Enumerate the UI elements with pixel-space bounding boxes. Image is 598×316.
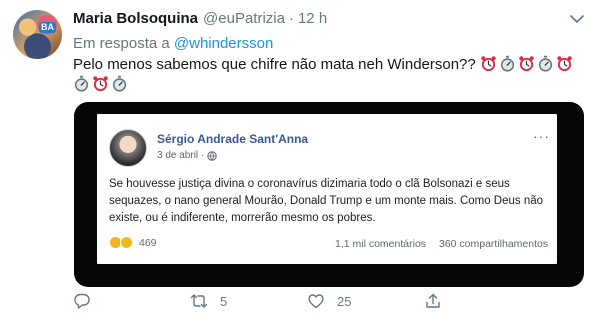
heart-icon (308, 294, 324, 309)
fb-comments-count: 1,1 mil comentários (335, 238, 427, 250)
fb-author-avatar (109, 129, 147, 167)
globe-icon (207, 150, 217, 161)
stopwatch-icon (500, 55, 515, 72)
stopwatch-icon (74, 75, 89, 92)
fb-engagement-stats: 1,1 mil comentários 360 compartilhamento… (335, 238, 548, 250)
reply-context: Em resposta a @whindersson (73, 35, 273, 52)
retweet-count: 5 (220, 293, 228, 309)
user-handle[interactable]: @euPatrizia (203, 10, 285, 27)
fb-reaction-count: 469 (139, 236, 157, 249)
media-image[interactable]: Sérgio Andrade Sant'Anna 3 de abril · ··… (74, 102, 584, 287)
alarm-clock-icon (519, 56, 534, 72)
stopwatch-icon (538, 55, 553, 72)
fb-date-text: 3 de abril · (157, 150, 205, 161)
avatar-logo: BA (39, 22, 56, 33)
emoji-row (480, 55, 575, 73)
facebook-post-screenshot: Sérgio Andrade Sant'Anna 3 de abril · ··… (97, 114, 557, 264)
like-button[interactable]: 25 (307, 292, 351, 310)
chevron-down-icon[interactable] (569, 12, 585, 26)
avatar[interactable]: BA (13, 10, 62, 59)
alarm-clock-icon (481, 56, 496, 72)
reply-button[interactable] (73, 292, 103, 310)
stopwatch-icon (112, 75, 127, 92)
reply-mention-link[interactable]: @whindersson (174, 35, 273, 52)
tweet-header: Maria Bolsoquina @euPatrizia · 12 h (73, 10, 327, 30)
like-count: 25 (337, 293, 352, 309)
reply-prefix: Em resposta a (73, 35, 170, 52)
retweet-icon (190, 294, 208, 308)
tweet-text: Pelo menos sabemos que chifre não mata n… (73, 55, 588, 95)
alarm-clock-icon (93, 76, 108, 92)
fb-shares-count: 360 compartilhamentos (438, 238, 549, 250)
sad-reaction-icon (120, 236, 133, 249)
tweet-body: Pelo menos sabemos que chifre não mata n… (73, 56, 476, 73)
retweet-button[interactable]: 5 (190, 292, 227, 310)
tweet-timestamp[interactable]: 12 h (298, 10, 327, 27)
tweet-actions: 5 25 (73, 292, 573, 312)
emoji-row (73, 75, 130, 93)
share-icon (426, 293, 440, 308)
fb-more-icon: ··· (533, 128, 550, 144)
fb-post-text: Se houvesse justiça divina o coronavírus… (109, 178, 544, 224)
tweet: BA Maria Bolsoquina @euPatrizia · 12 h E… (0, 0, 598, 316)
fb-reactions: 469 (109, 236, 157, 249)
reply-icon (74, 293, 90, 309)
separator: · (288, 10, 294, 27)
fb-post-date: 3 de abril · (157, 150, 217, 161)
share-button[interactable] (424, 292, 442, 310)
alarm-clock-icon (557, 56, 572, 72)
fb-author-name: Sérgio Andrade Sant'Anna (157, 132, 309, 146)
display-name[interactable]: Maria Bolsoquina (73, 10, 198, 27)
